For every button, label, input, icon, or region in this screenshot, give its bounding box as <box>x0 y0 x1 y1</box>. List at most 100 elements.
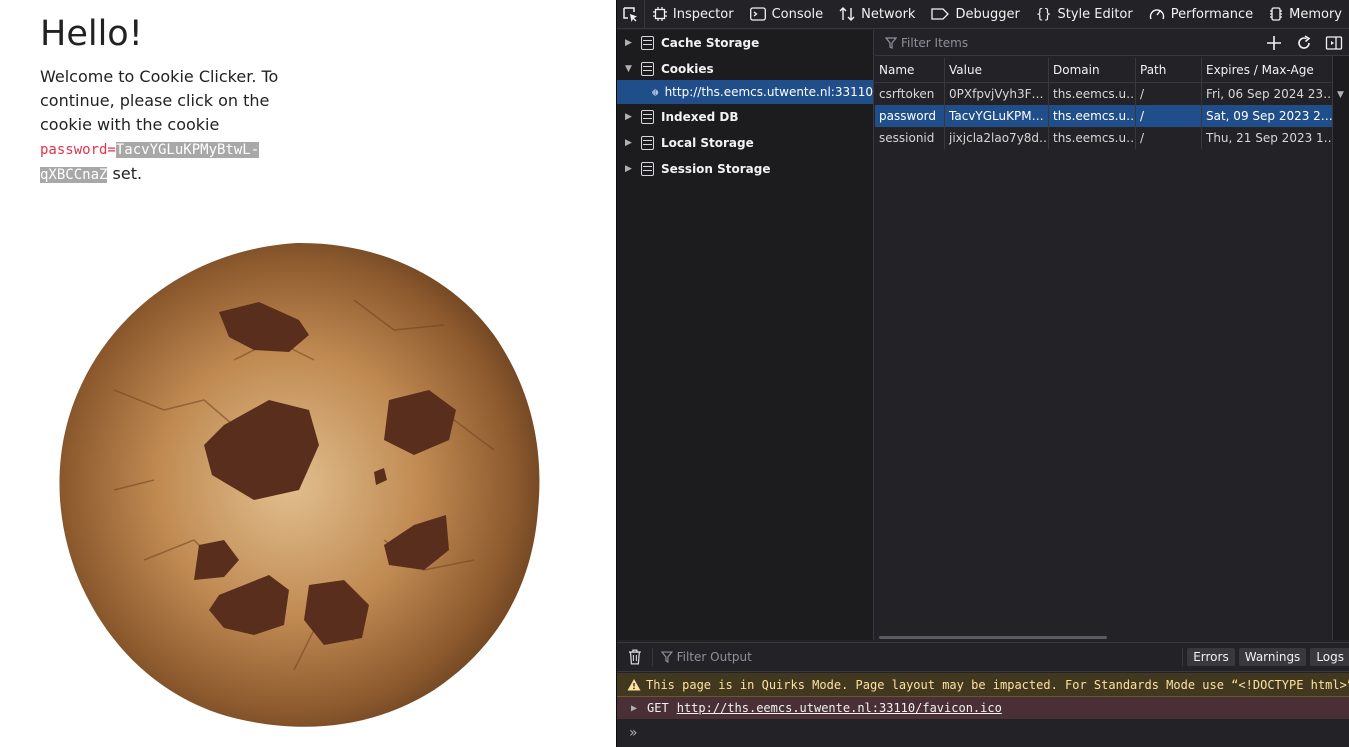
table-header: Name Value Domain Path Expires / Max-Age <box>875 58 1333 83</box>
cell-expires: Fri, 06 Sep 2024 23… <box>1206 87 1333 101</box>
trash-icon[interactable] <box>628 649 642 665</box>
logs-filter-button[interactable]: Logs <box>1310 648 1349 666</box>
cell-expires: Sat, 09 Sep 2023 2… <box>1206 109 1333 123</box>
horizontal-scrollbar[interactable] <box>879 636 1107 639</box>
column-header-name[interactable]: Name <box>875 58 945 82</box>
filter-icon <box>660 651 673 663</box>
storage-icon <box>641 162 654 176</box>
debugger-icon <box>931 8 950 20</box>
warnings-filter-button[interactable]: Warnings <box>1238 648 1307 666</box>
tree-item-indexed-db[interactable]: ▶ Indexed DB <box>617 104 873 130</box>
intro-text-block: Welcome to Cookie Clicker. To continue, … <box>40 65 312 187</box>
tab-performance[interactable]: Performance <box>1141 0 1261 29</box>
console-warning-message: This page is in Quirks Mode. Page layout… <box>617 673 1349 697</box>
cookie-name-code: password= <box>40 142 116 158</box>
expand-arrow-icon[interactable]: ▶ <box>625 138 635 148</box>
tree-item-cache-storage[interactable]: ▶ Cache Storage <box>617 30 873 56</box>
warning-icon <box>627 679 641 691</box>
devtools-panel: Inspector Console Network Debugger {} St… <box>616 0 1349 747</box>
tree-item-session-storage[interactable]: ▶ Session Storage <box>617 156 873 182</box>
divider <box>1182 648 1184 666</box>
cell-value: jixjcla2lao7y8d… <box>945 127 1049 149</box>
prompt-chevron-icon: » <box>629 725 638 741</box>
expand-arrow-icon[interactable]: ▶ <box>625 38 635 48</box>
cell-path: / <box>1136 105 1202 127</box>
page-heading: Hello! <box>40 14 143 54</box>
cell-name: password <box>875 105 945 127</box>
console-input[interactable]: » <box>617 719 1349 747</box>
request-method: GET <box>647 701 669 715</box>
inspector-icon <box>652 7 667 21</box>
column-header-path[interactable]: Path <box>1136 58 1202 82</box>
column-header-expires[interactable]: Expires / Max-Age <box>1202 58 1333 82</box>
details-sidebar-collapsed[interactable]: ▼ <box>1332 56 1349 640</box>
request-url-link[interactable]: http://ths.eemcs.utwente.nl:33110/favico… <box>677 701 1002 715</box>
tab-memory[interactable]: Memory <box>1261 0 1349 29</box>
sidebar-toggle-icon[interactable] <box>1325 35 1343 51</box>
tab-style-editor[interactable]: {} Style Editor <box>1028 0 1141 29</box>
storage-filter-input[interactable] <box>901 35 1241 50</box>
cell-value: 0PXfpvjVyh3F… <box>945 83 1049 105</box>
chevron-down-icon[interactable]: ▼ <box>1337 90 1349 100</box>
picker-icon <box>623 7 638 22</box>
console-filter-input[interactable] <box>676 650 973 664</box>
storage-icon <box>641 136 654 150</box>
intro-text: Welcome to Cookie Clicker. To continue, … <box>40 67 279 134</box>
cookie-table: Name Value Domain Path Expires / Max-Age… <box>875 58 1333 149</box>
cell-path: / <box>1136 127 1202 149</box>
collapse-arrow-icon[interactable]: ▼ <box>625 64 635 74</box>
storage-filter-bar <box>875 30 1349 56</box>
expand-arrow-icon[interactable]: ▶ <box>631 703 637 714</box>
divider <box>651 648 653 666</box>
cell-name: csrftoken <box>875 83 945 105</box>
table-row[interactable]: csrftoken 0PXfpvjVyh3F… ths.eemcs.u… / F… <box>875 83 1333 105</box>
expand-arrow-icon[interactable]: ▶ <box>625 164 635 174</box>
column-header-value[interactable]: Value <box>945 58 1049 82</box>
tree-item-local-storage[interactable]: ▶ Local Storage <box>617 130 873 156</box>
cell-expires: Thu, 21 Sep 2023 1… <box>1206 131 1333 145</box>
refresh-icon[interactable] <box>1295 34 1313 52</box>
cell-domain: ths.eemcs.u… <box>1049 83 1136 105</box>
errors-filter-button[interactable]: Errors <box>1187 648 1235 666</box>
add-item-icon[interactable] <box>1265 34 1283 52</box>
tab-network-label: Network <box>861 6 916 22</box>
tab-inspector[interactable]: Inspector <box>645 0 742 29</box>
tree-item-cookies[interactable]: ▼ Cookies <box>617 56 873 82</box>
tree-label-cache-storage: Cache Storage <box>661 36 760 50</box>
tab-performance-label: Performance <box>1170 6 1254 22</box>
tab-memory-label: Memory <box>1289 6 1342 22</box>
column-header-domain[interactable]: Domain <box>1049 58 1136 82</box>
console-network-message[interactable]: ▶ GET http://ths.eemcs.utwente.nl:33110/… <box>617 697 1349 719</box>
performance-icon <box>1149 9 1164 20</box>
tab-network[interactable]: Network <box>831 0 923 29</box>
tab-console-label: Console <box>771 6 824 22</box>
table-row-selected[interactable]: password TacvYGLuKPM… ths.eemcs.u… / Sat… <box>875 105 1333 127</box>
cookie-image[interactable] <box>54 240 540 732</box>
filter-icon <box>885 36 897 49</box>
storage-tree: ▶ Cache Storage ▼ Cookies http://ths.eem… <box>617 30 874 640</box>
console-icon <box>749 7 766 21</box>
tab-style-editor-label: Style Editor <box>1057 6 1133 22</box>
cell-domain: ths.eemcs.u… <box>1049 105 1136 127</box>
memory-icon <box>1270 7 1283 21</box>
tree-item-cookies-host[interactable]: http://ths.eemcs.utwente.nl:33110 <box>617 80 873 104</box>
cell-name: sessionid <box>875 127 945 149</box>
network-icon <box>839 7 855 21</box>
tree-label-cookies-host: http://ths.eemcs.utwente.nl:33110 <box>664 85 873 99</box>
cell-value: TacvYGLuKPM… <box>945 105 1049 127</box>
storage-icon <box>641 36 654 50</box>
table-row[interactable]: sessionid jixjcla2lao7y8d… ths.eemcs.u… … <box>875 127 1333 149</box>
devtools-toolbar: Inspector Console Network Debugger {} St… <box>617 0 1349 29</box>
globe-icon <box>652 89 659 95</box>
intro-suffix: set. <box>107 164 143 183</box>
tree-label-cookies: Cookies <box>661 62 714 76</box>
web-page: Hello! Welcome to Cookie Clicker. To con… <box>0 0 616 747</box>
tab-console[interactable]: Console <box>742 0 832 29</box>
element-picker-button[interactable] <box>617 0 645 29</box>
tab-debugger[interactable]: Debugger <box>923 0 1027 29</box>
cell-path: / <box>1136 83 1202 105</box>
storage-icon <box>641 62 654 76</box>
expand-arrow-icon[interactable]: ▶ <box>625 112 635 122</box>
tree-label-session-storage: Session Storage <box>661 162 771 176</box>
style-editor-icon: {} <box>1035 6 1052 22</box>
